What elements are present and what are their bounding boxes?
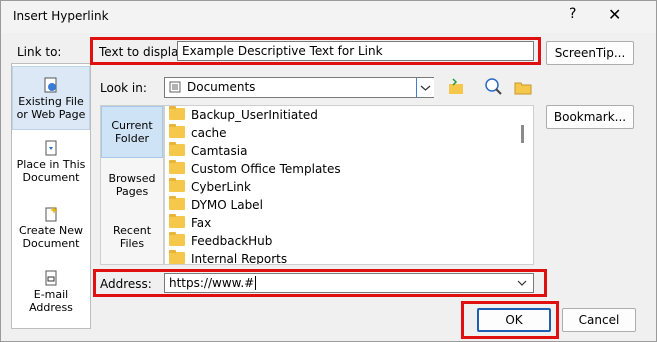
list-item[interactable]: Internal Reports bbox=[169, 250, 288, 265]
link-to-place-label-1: Place in This bbox=[16, 158, 86, 171]
list-item[interactable]: DYMO Label bbox=[169, 196, 263, 214]
folder-icon bbox=[169, 142, 185, 156]
cancel-button[interactable]: Cancel bbox=[562, 308, 636, 332]
list-item[interactable]: Custom Office Templates bbox=[169, 160, 341, 178]
insert-hyperlink-dialog: Insert Hyperlink ? ✕ Link to: Existing F… bbox=[0, 0, 657, 342]
list-item[interactable]: cache bbox=[169, 124, 227, 142]
link-to-create-new-document[interactable]: Create New Document bbox=[12, 206, 90, 256]
link-to-existing-label-2: or Web Page bbox=[16, 108, 86, 121]
link-to-email-label-1: E-mail bbox=[33, 288, 69, 301]
list-item[interactable]: Camtasia bbox=[169, 142, 247, 160]
title-bar: Insert Hyperlink ? ✕ bbox=[1, 1, 656, 33]
address-input[interactable]: https://www.# bbox=[164, 273, 534, 293]
file-name: Internal Reports bbox=[191, 252, 288, 265]
link-to-email-address[interactable]: E-mail Address bbox=[12, 270, 90, 320]
look-in-value: Documents bbox=[187, 80, 256, 94]
browse-web-icon[interactable] bbox=[484, 77, 504, 97]
web-page-icon bbox=[44, 77, 57, 93]
address-label: Address: bbox=[100, 277, 152, 291]
browse-nav-panel: Current Folder Browsed Pages Recent File… bbox=[100, 105, 164, 265]
address-dropdown-icon[interactable] bbox=[516, 277, 528, 289]
close-icon[interactable]: ✕ bbox=[608, 5, 621, 24]
new-document-icon bbox=[45, 206, 58, 222]
folder-icon bbox=[169, 124, 185, 138]
link-to-place-label-2: Document bbox=[22, 171, 80, 184]
chevron-down-icon[interactable] bbox=[416, 78, 434, 97]
nav-browsed-label-2: Pages bbox=[115, 185, 149, 198]
list-item[interactable]: FeedbackHub bbox=[169, 232, 272, 250]
folder-icon bbox=[169, 196, 185, 210]
nav-browsed-pages[interactable]: Browsed Pages bbox=[101, 172, 163, 202]
document-place-icon bbox=[45, 140, 57, 156]
folder-icon bbox=[169, 232, 185, 246]
dialog-title: Insert Hyperlink bbox=[13, 9, 109, 23]
file-name: Backup_UserInitiated bbox=[191, 108, 318, 122]
link-to-existing-label-1: Existing File bbox=[18, 95, 84, 108]
bookmark-button[interactable]: Bookmark... bbox=[546, 105, 634, 129]
folder-icon bbox=[169, 214, 185, 228]
link-to-existing-file[interactable]: Existing File or Web Page bbox=[12, 66, 90, 130]
help-button[interactable]: ? bbox=[569, 6, 576, 22]
up-folder-icon[interactable] bbox=[446, 77, 466, 97]
folder-icon bbox=[169, 160, 185, 174]
documents-icon bbox=[169, 81, 181, 93]
look-in-label: Look in: bbox=[100, 81, 147, 95]
list-item[interactable]: Backup_UserInitiated bbox=[169, 106, 318, 124]
ok-button[interactable]: OK bbox=[477, 308, 551, 332]
file-name: CyberLink bbox=[191, 180, 251, 194]
file-name: FeedbackHub bbox=[191, 234, 273, 248]
link-to-label: Link to: bbox=[17, 45, 62, 59]
nav-current-label-1: Current bbox=[111, 119, 153, 132]
nav-current-folder[interactable]: Current Folder bbox=[101, 106, 163, 158]
list-item[interactable]: CyberLink bbox=[169, 178, 251, 196]
file-list: Backup_UserInitiated cache Camtasia Cust… bbox=[164, 105, 534, 265]
folder-icon bbox=[169, 106, 185, 120]
address-value: https://www.# bbox=[169, 276, 255, 290]
link-to-panel: Existing File or Web Page Place in This … bbox=[11, 63, 91, 329]
link-to-create-label-1: Create New bbox=[18, 224, 84, 237]
list-item[interactable]: Fax bbox=[169, 214, 211, 232]
file-name: Fax bbox=[191, 216, 212, 230]
look-in-select[interactable]: Documents bbox=[164, 77, 434, 98]
file-name: DYMO Label bbox=[191, 198, 263, 212]
nav-current-label-2: Folder bbox=[115, 132, 149, 145]
file-name: Camtasia bbox=[191, 144, 248, 158]
text-to-display-label: Text to display: bbox=[99, 45, 189, 59]
link-to-place-in-document[interactable]: Place in This Document bbox=[12, 140, 90, 190]
folder-icon bbox=[169, 250, 185, 264]
file-name: Custom Office Templates bbox=[191, 162, 341, 176]
folder-icon bbox=[169, 178, 185, 192]
nav-recent-files[interactable]: Recent Files bbox=[101, 224, 163, 254]
screentip-button[interactable]: ScreenTip... bbox=[546, 41, 634, 65]
text-to-display-input[interactable]: Example Descriptive Text for Link bbox=[177, 41, 534, 61]
nav-recent-label-1: Recent bbox=[112, 224, 152, 237]
nav-recent-label-2: Files bbox=[119, 237, 145, 250]
link-to-email-label-2: Address bbox=[29, 301, 73, 314]
link-to-create-label-2: Document bbox=[22, 237, 80, 250]
file-name: cache bbox=[191, 126, 227, 140]
nav-browsed-label-1: Browsed bbox=[108, 172, 156, 185]
file-list-scrollbar[interactable] bbox=[521, 125, 524, 143]
email-icon bbox=[45, 270, 57, 286]
browse-file-icon[interactable] bbox=[513, 77, 533, 97]
